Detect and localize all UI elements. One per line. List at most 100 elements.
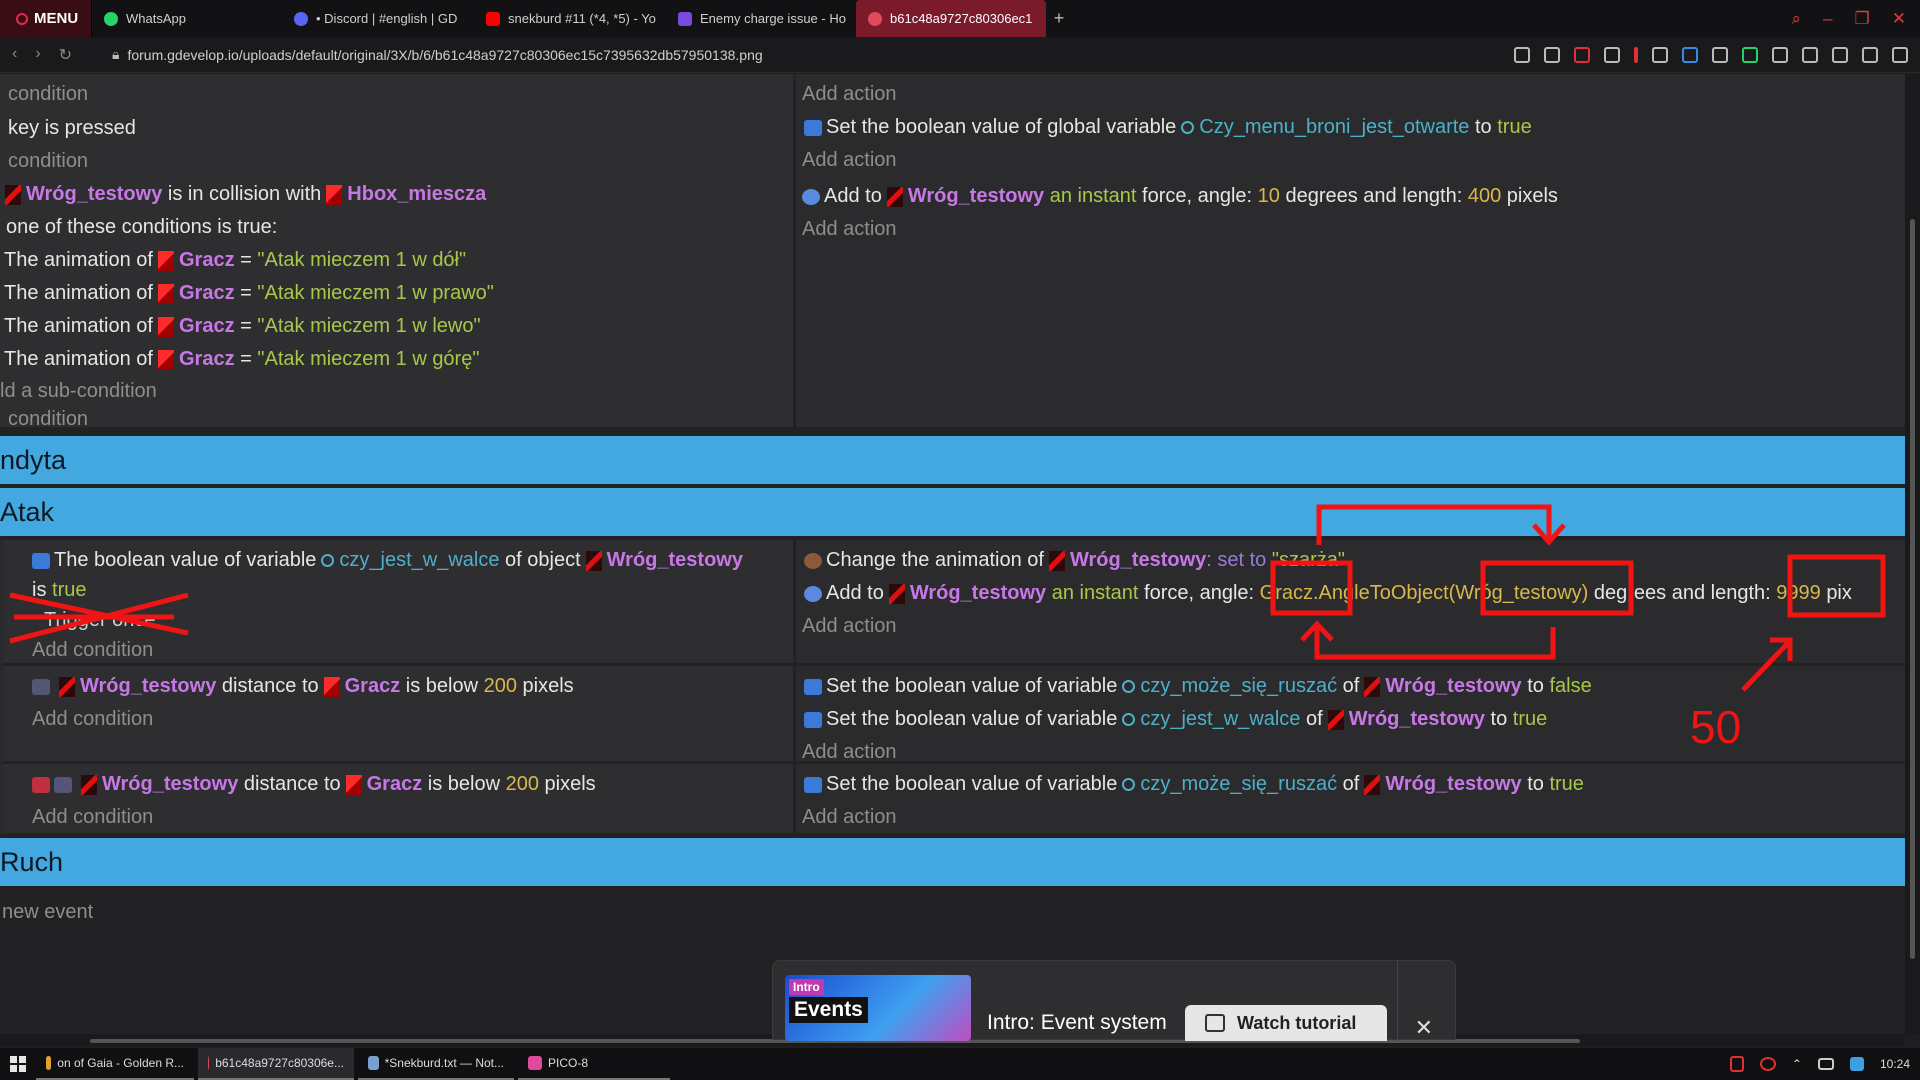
speaker-icon[interactable]	[1652, 47, 1668, 63]
tab-label: b61c48a9727c80306ec1	[890, 11, 1033, 26]
variable-name: Czy_menu_broni_jest_otwarte	[1199, 116, 1470, 138]
action-text: of	[1342, 773, 1360, 795]
sub-condition-animation[interactable]: The animation of Gracz = "Atak mieczem 1…	[0, 244, 793, 277]
downloads-icon[interactable]	[1862, 47, 1878, 63]
search-icon[interactable]: ⌕	[1792, 9, 1802, 29]
bool-value: true	[1549, 773, 1584, 795]
condition-or-group[interactable]: one of these conditions is true:	[0, 211, 793, 244]
puzzle-icon[interactable]	[1802, 47, 1818, 63]
actions-panel[interactable]: Set the boolean value of variable czy_mo…	[793, 764, 1905, 836]
browser-menu-button[interactable]: MENU	[0, 0, 92, 37]
add-condition[interactable]: condition	[0, 406, 793, 432]
add-condition[interactable]: condition	[0, 145, 793, 178]
start-button[interactable]	[0, 1048, 36, 1080]
tab-discord[interactable]: • Discord | #english | GD	[282, 0, 474, 37]
conditions-panel[interactable]: Wróg_testowy is in collision with Hbox_m…	[0, 176, 793, 430]
taskbar-item[interactable]: on of Gaia - Golden R...	[36, 1048, 194, 1080]
new-tab-button[interactable]: +	[1046, 8, 1072, 29]
restore-icon[interactable]: ❐	[1855, 9, 1870, 29]
tab-youtube[interactable]: snekburd #11 (*4, *5) - Yo	[474, 0, 666, 37]
taskbar-label: PICO-8	[548, 1056, 589, 1070]
action-set-bool-variable[interactable]: Set the boolean value of variable czy_mo…	[796, 670, 1905, 703]
add-action[interactable]: Add action	[796, 78, 1905, 111]
tutorial-thumbnail[interactable]: Intro Events	[785, 975, 971, 1041]
zoom-icon[interactable]	[1514, 47, 1530, 63]
clock-time[interactable]: 10:24	[1880, 1057, 1910, 1071]
event-atak-distance[interactable]: Wróg_testowy distance to Gracz is below …	[0, 666, 1905, 764]
action-add-force-to-player[interactable]: Add to Wróg_testowy an instant force, an…	[796, 577, 1905, 610]
tab-gdevelop-forum[interactable]: Enemy charge issue - Ho	[666, 0, 856, 37]
condition-bool-variable[interactable]: The boolean value of variable czy_jest_w…	[32, 544, 793, 577]
pico8-icon	[528, 1056, 542, 1070]
taskbar-item[interactable]: b61c48a9727c80306e...	[198, 1048, 354, 1080]
sub-condition-animation[interactable]: The animation of Gracz = "Atak mieczem 1…	[0, 310, 793, 343]
reload-icon[interactable]: ↻	[59, 45, 72, 65]
forward-icon[interactable]: ›	[35, 45, 40, 65]
rss-icon[interactable]	[1772, 47, 1788, 63]
add-action[interactable]: Add action	[796, 213, 1905, 246]
operator: =	[240, 282, 252, 304]
add-condition[interactable]: Add condition	[32, 703, 793, 736]
back-icon[interactable]: ‹	[12, 45, 17, 65]
action-set-bool-variable[interactable]: Set the boolean value of variable czy_mo…	[796, 768, 1905, 801]
conditions-panel[interactable]: The boolean value of variable czy_jest_w…	[0, 540, 793, 666]
scroll-thumb[interactable]	[1910, 219, 1915, 959]
add-action[interactable]: Add action	[796, 801, 1905, 834]
chevron-up-icon[interactable]: ⌃	[1792, 1057, 1802, 1071]
event-group-atak[interactable]: Atak	[0, 488, 1905, 536]
conditions-panel[interactable]: Wróg_testowy distance to Gracz is below …	[0, 764, 793, 836]
action-change-animation[interactable]: Change the animation of Wróg_testowy : s…	[796, 544, 1905, 577]
tab-whatsapp[interactable]: WhatsApp	[92, 0, 282, 37]
app-tray-icon[interactable]	[1729, 1056, 1744, 1072]
event-collision[interactable]: Wróg_testowy is in collision with Hbox_m…	[0, 176, 1905, 430]
pocket-icon[interactable]	[1574, 47, 1590, 63]
watch-tutorial-button[interactable]: Watch tutorial	[1185, 1005, 1387, 1041]
taskbar-item[interactable]: PICO-8	[518, 1048, 670, 1080]
add-sub-condition[interactable]: ld a sub-condition	[0, 376, 793, 406]
condition-distance-inverted[interactable]: Wróg_testowy distance to Gracz is below …	[32, 768, 793, 801]
account-icon[interactable]	[1832, 47, 1848, 63]
network-icon[interactable]	[1817, 1058, 1834, 1070]
add-action[interactable]: Add action	[796, 610, 1905, 643]
vertical-scrollbar[interactable]	[1905, 74, 1920, 1034]
sub-condition-animation[interactable]: The animation of Gracz = "Atak mieczem 1…	[0, 277, 793, 310]
condition-distance[interactable]: Wróg_testowy distance to Gracz is below …	[32, 670, 793, 703]
condition-collision[interactable]: Wróg_testowy is in collision with Hbox_m…	[0, 178, 793, 211]
close-icon[interactable]: ✕	[1415, 1015, 1433, 1041]
taskbar-item[interactable]: *Snekburd.txt — Not...	[358, 1048, 514, 1080]
url-field[interactable]: 🔒︎ forum.gdevelop.io/uploads/default/ori…	[112, 46, 763, 63]
event-group-ndyta[interactable]: ndyta	[0, 436, 1905, 484]
condition-text: is in collision with	[167, 183, 322, 205]
sub-condition-animation[interactable]: The animation of Gracz = "Atak mieczem 1…	[0, 343, 793, 376]
action-add-force[interactable]: Add to Wróg_testowy an instant force, an…	[796, 180, 1905, 213]
heart-icon[interactable]	[1604, 47, 1620, 63]
snapshot-icon[interactable]	[1544, 47, 1560, 63]
event-sheet: condition key is pressed condition Add a…	[0, 74, 1905, 1034]
add-new-event[interactable]: new event	[2, 896, 93, 929]
condition-trigger-once-crossed[interactable]: Trigger once	[4, 592, 793, 644]
whatsapp-ext-icon[interactable]	[1742, 47, 1758, 63]
tab-image-active[interactable]: b61c48a9727c80306ec1	[856, 0, 1046, 37]
action-set-global-bool[interactable]: Set the boolean value of global variable…	[796, 111, 1905, 144]
wrog-object-icon	[1364, 676, 1381, 697]
extension-icon[interactable]	[1712, 47, 1728, 63]
actions-panel[interactable]: Change the animation of Wróg_testowy : s…	[793, 540, 1905, 666]
add-action[interactable]: Add action	[796, 144, 1905, 177]
condition-text: The animation of	[4, 249, 153, 271]
conditions-panel[interactable]: Wróg_testowy distance to Gracz is below …	[0, 666, 793, 764]
minimize-icon[interactable]: –	[1823, 9, 1832, 29]
close-icon[interactable]: ✕	[1892, 9, 1906, 29]
add-condition[interactable]: Add condition	[32, 801, 793, 834]
condition-key-pressed[interactable]: key is pressed	[0, 111, 793, 145]
event-group-ruch[interactable]: Ruch	[0, 838, 1905, 886]
event-atak-distance-inverted[interactable]: Wróg_testowy distance to Gracz is below …	[0, 764, 1905, 836]
easy-setup-icon[interactable]	[1892, 47, 1908, 63]
download-arrow-icon[interactable]	[1682, 47, 1698, 63]
condition-text: distance to	[243, 773, 341, 795]
wifi-icon[interactable]	[1849, 1057, 1864, 1071]
opera-tray-icon[interactable]	[1759, 1057, 1776, 1071]
tab-label: • Discord | #english | GD	[316, 11, 458, 26]
distance-icon	[32, 678, 50, 695]
event-atak-charge[interactable]: The boolean value of variable czy_jest_w…	[0, 540, 1905, 666]
actions-panel[interactable]: Add to Wróg_testowy an instant force, an…	[793, 176, 1905, 430]
